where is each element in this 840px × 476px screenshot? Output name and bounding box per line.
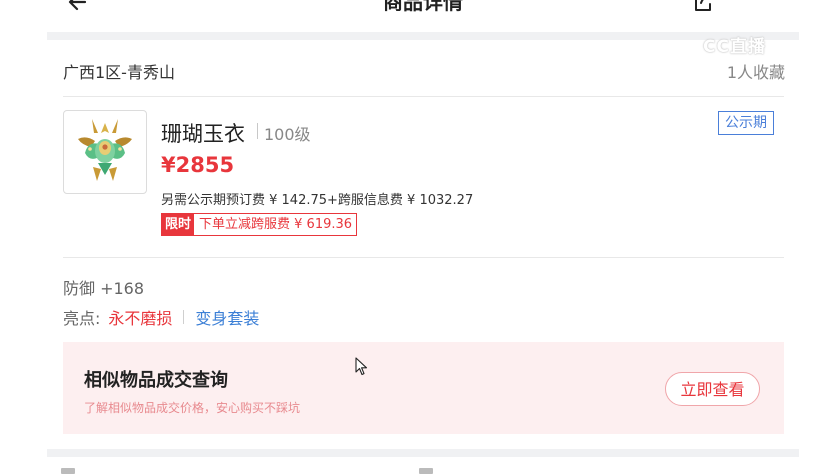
highlight-separator xyxy=(183,310,185,324)
next-section-card xyxy=(47,457,799,476)
item-price: ¥2855 xyxy=(161,153,235,177)
promo-badge: 限时 下单立减跨服费 ¥ 619.36 xyxy=(161,213,358,236)
view-now-button[interactable]: 立即查看 xyxy=(665,372,760,406)
item-thumbnail[interactable] xyxy=(63,110,147,194)
item-name: 珊瑚玉衣 xyxy=(161,122,245,146)
more-dots-icon[interactable] xyxy=(750,0,784,6)
highlight-transform-set[interactable]: 变身套装 xyxy=(195,305,259,329)
promo-text: 下单立减跨服费 ¥ 619.36 xyxy=(199,217,353,232)
defense-stat: 防御 +168 xyxy=(63,279,145,298)
name-level-separator xyxy=(257,123,258,139)
divider xyxy=(63,257,784,258)
next-section-fragment xyxy=(61,468,75,474)
status-badge: 公示期 xyxy=(718,111,774,135)
watermark-logo: CC直播 xyxy=(703,37,766,57)
divider xyxy=(63,96,784,97)
server-name: 广西1区-青秀山 xyxy=(63,63,175,82)
item-level: 100级 xyxy=(264,125,311,144)
extra-fee-note: 另需公示期预订费 ¥ 142.75+跨服信息费 ¥ 1032.27 xyxy=(161,193,474,208)
similar-trades-subtitle: 了解相似物品成交价格，安心购买不踩坑 xyxy=(84,401,301,415)
highlights-row: 亮点: 永不磨损 变身套装 xyxy=(63,305,259,329)
mouse-cursor-icon xyxy=(355,357,368,376)
highlights-label: 亮点: xyxy=(63,309,101,328)
top-nav-bar: 商品详情 xyxy=(47,0,799,32)
item-detail-card: 广西1区-青秀山 1人收藏 珊瑚玉衣 100级 ¥2855 另需公示期预订费 ¥… xyxy=(47,40,799,449)
highlight-no-wear: 永不磨损 xyxy=(108,309,173,328)
left-margin xyxy=(0,0,47,476)
favorite-count[interactable]: 1人收藏 xyxy=(727,59,785,83)
similar-trades-panel: 相似物品成交查询 了解相似物品成交价格，安心购买不踩坑 立即查看 xyxy=(63,342,784,434)
similar-trades-title: 相似物品成交查询 xyxy=(84,370,228,391)
share-icon[interactable] xyxy=(690,0,716,14)
right-margin xyxy=(799,0,840,476)
coral-armor-icon xyxy=(78,119,132,181)
promo-tag: 限时 xyxy=(162,214,195,235)
app-screen: 商品详情 广西1区-青秀山 1人收藏 珊瑚玉衣 100级 ¥2855 另需公示期… xyxy=(47,0,799,476)
page-title: 商品详情 xyxy=(383,0,463,14)
next-section-fragment xyxy=(419,468,433,474)
